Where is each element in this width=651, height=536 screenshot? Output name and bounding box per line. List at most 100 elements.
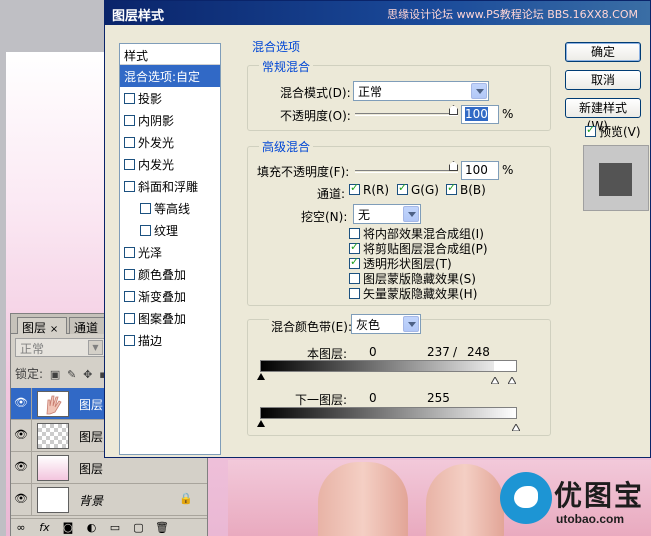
link-icon[interactable]: ∞ (11, 519, 31, 536)
blend-if-label: 混合颜色带(E): (269, 318, 354, 335)
style-item-contour[interactable]: 等高线 (120, 197, 220, 219)
checkbox[interactable] (124, 313, 135, 324)
underlying-layer-label: 下一图层: (295, 393, 348, 407)
layer-blend-mode-select[interactable]: 正常 ▼ (15, 338, 105, 357)
checkbox[interactable] (585, 123, 596, 137)
channels-label: 通道: (317, 187, 346, 201)
checkbox[interactable] (446, 181, 457, 195)
fill-opacity-input[interactable]: 100 (461, 161, 499, 180)
blend-if-select[interactable]: 灰色 (351, 314, 421, 334)
checkbox[interactable] (124, 115, 135, 126)
fx-icon[interactable]: fx (35, 519, 55, 536)
checkbox[interactable] (124, 291, 135, 302)
new-style-button[interactable]: 新建样式(W)... (565, 98, 641, 133)
lock-row: 锁定: ▣ ✎ ✥ ▪ (15, 367, 107, 381)
eye-icon[interactable]: 👁 (14, 460, 28, 474)
style-item-satin[interactable]: 光泽 (120, 241, 220, 263)
underlying-layer-black-slider[interactable] (257, 420, 265, 427)
watermark: 思缘设计论坛 www.PS教程论坛 BBS.16XX8.COM (387, 8, 638, 21)
dialog-title: 图层样式 (112, 9, 165, 24)
checkbox[interactable] (349, 273, 360, 284)
this-layer-low-value: 0 (369, 345, 377, 359)
new-layer-icon[interactable]: ▢ (129, 519, 149, 536)
checkbox[interactable] (124, 137, 135, 148)
percent-label: % (502, 107, 514, 121)
checkbox[interactable] (124, 93, 135, 104)
checkbox[interactable] (124, 247, 135, 258)
opacity-slider[interactable] (355, 113, 458, 116)
checkbox[interactable] (397, 181, 408, 195)
checkbox[interactable] (140, 203, 151, 214)
checkbox[interactable] (124, 181, 135, 192)
ok-button[interactable]: 确定 (565, 42, 641, 62)
fill-opacity-slider[interactable] (355, 170, 458, 173)
chevron-down-icon: ▼ (88, 340, 103, 355)
layer-thumbnail (37, 423, 69, 449)
group-icon[interactable]: ▭ (105, 519, 125, 536)
this-layer-black-slider[interactable] (257, 373, 265, 380)
style-item-bevel-emboss[interactable]: 斜面和浮雕 (120, 175, 220, 197)
general-blending-title: 常规混合 (259, 58, 314, 75)
this-layer-gradient (260, 360, 517, 372)
logo-name: 优图宝 (554, 479, 645, 512)
channel-g-checkbox[interactable]: G(G) (397, 181, 439, 197)
lock-move-icon[interactable]: ✥ (83, 368, 92, 381)
eye-icon[interactable]: 👁 (14, 396, 28, 410)
logo-url: utobao.com (556, 512, 624, 526)
blend-options-title: 混合选项 (252, 40, 301, 54)
blend-mode-label: 混合模式(D): (280, 86, 351, 100)
vector-mask-hides-effects-checkbox[interactable]: 矢量蒙版隐藏效果(H) (349, 285, 477, 302)
layers-panel-footer: ∞ fx ◙ ◐ ▭ ▢ 🗑 (11, 518, 207, 536)
underlying-layer-white-slider[interactable] (511, 420, 521, 432)
trash-icon[interactable]: 🗑 (152, 519, 172, 536)
style-item-inner-glow[interactable]: 内发光 (120, 153, 220, 175)
checkbox[interactable] (349, 288, 360, 299)
eye-icon[interactable]: 👁 (14, 428, 28, 442)
style-item-inner-shadow[interactable]: 内阴影 (120, 109, 220, 131)
checkbox[interactable] (124, 269, 135, 280)
style-item-gradient-overlay[interactable]: 渐变叠加 (120, 285, 220, 307)
style-item-pattern-overlay[interactable]: 图案叠加 (120, 307, 220, 329)
checkbox[interactable] (124, 335, 135, 346)
style-item-stroke[interactable]: 描边 (120, 329, 220, 351)
style-item-drop-shadow[interactable]: 投影 (120, 87, 220, 109)
layer-style-dialog: 图层样式 思缘设计论坛 www.PS教程论坛 BBS.16XX8.COM 样式 … (104, 0, 651, 458)
styles-header[interactable]: 样式 (120, 44, 220, 65)
style-item-color-overlay[interactable]: 颜色叠加 (120, 263, 220, 285)
checkbox[interactable] (349, 255, 360, 269)
blend-mode-select[interactable]: 正常 (353, 81, 489, 101)
opacity-input[interactable]: 100 (461, 105, 499, 124)
underlying-layer-gradient (260, 407, 517, 419)
preview-checkbox[interactable]: 预览(V) (585, 123, 641, 140)
bird-icon (500, 472, 552, 524)
layer-name: 背景 (79, 494, 104, 508)
this-layer-white-slider-left[interactable] (490, 373, 500, 385)
chevron-down-icon (403, 206, 419, 222)
checkbox[interactable] (349, 240, 360, 254)
style-item-blending-options[interactable]: 混合选项:自定 (120, 65, 220, 87)
lock-paint-icon[interactable]: ✎ (67, 368, 76, 381)
layer-name: 图层 (79, 462, 104, 476)
layer-thumbnail (37, 487, 69, 513)
checkbox[interactable] (349, 181, 360, 195)
checkbox[interactable] (349, 228, 360, 239)
style-item-outer-glow[interactable]: 外发光 (120, 131, 220, 153)
mask-icon[interactable]: ◙ (58, 519, 78, 536)
cancel-button[interactable]: 取消 (565, 70, 641, 90)
style-item-texture[interactable]: 纹理 (120, 219, 220, 241)
checkbox[interactable] (140, 225, 151, 236)
knockout-select[interactable]: 无 (353, 204, 421, 224)
checkbox[interactable] (124, 159, 135, 170)
lock-transparency-icon[interactable]: ▣ (50, 368, 60, 381)
tab-channels[interactable]: 通道 (69, 317, 107, 335)
channel-b-checkbox[interactable]: B(B) (446, 181, 486, 197)
dialog-titlebar[interactable]: 图层样式 思缘设计论坛 www.PS教程论坛 BBS.16XX8.COM (105, 1, 650, 25)
adjustment-icon[interactable]: ◐ (82, 519, 102, 536)
layer-row[interactable]: 👁 背景 🔒 (11, 484, 207, 516)
eye-icon[interactable]: 👁 (14, 492, 28, 506)
this-layer-white-slider-right[interactable] (507, 373, 517, 385)
tab-layers[interactable]: 图层 × (17, 317, 67, 335)
advanced-blending-title: 高级混合 (259, 138, 314, 155)
this-layer-high-value-a: 237 (427, 345, 450, 359)
channel-r-checkbox[interactable]: R(R) (349, 181, 389, 197)
